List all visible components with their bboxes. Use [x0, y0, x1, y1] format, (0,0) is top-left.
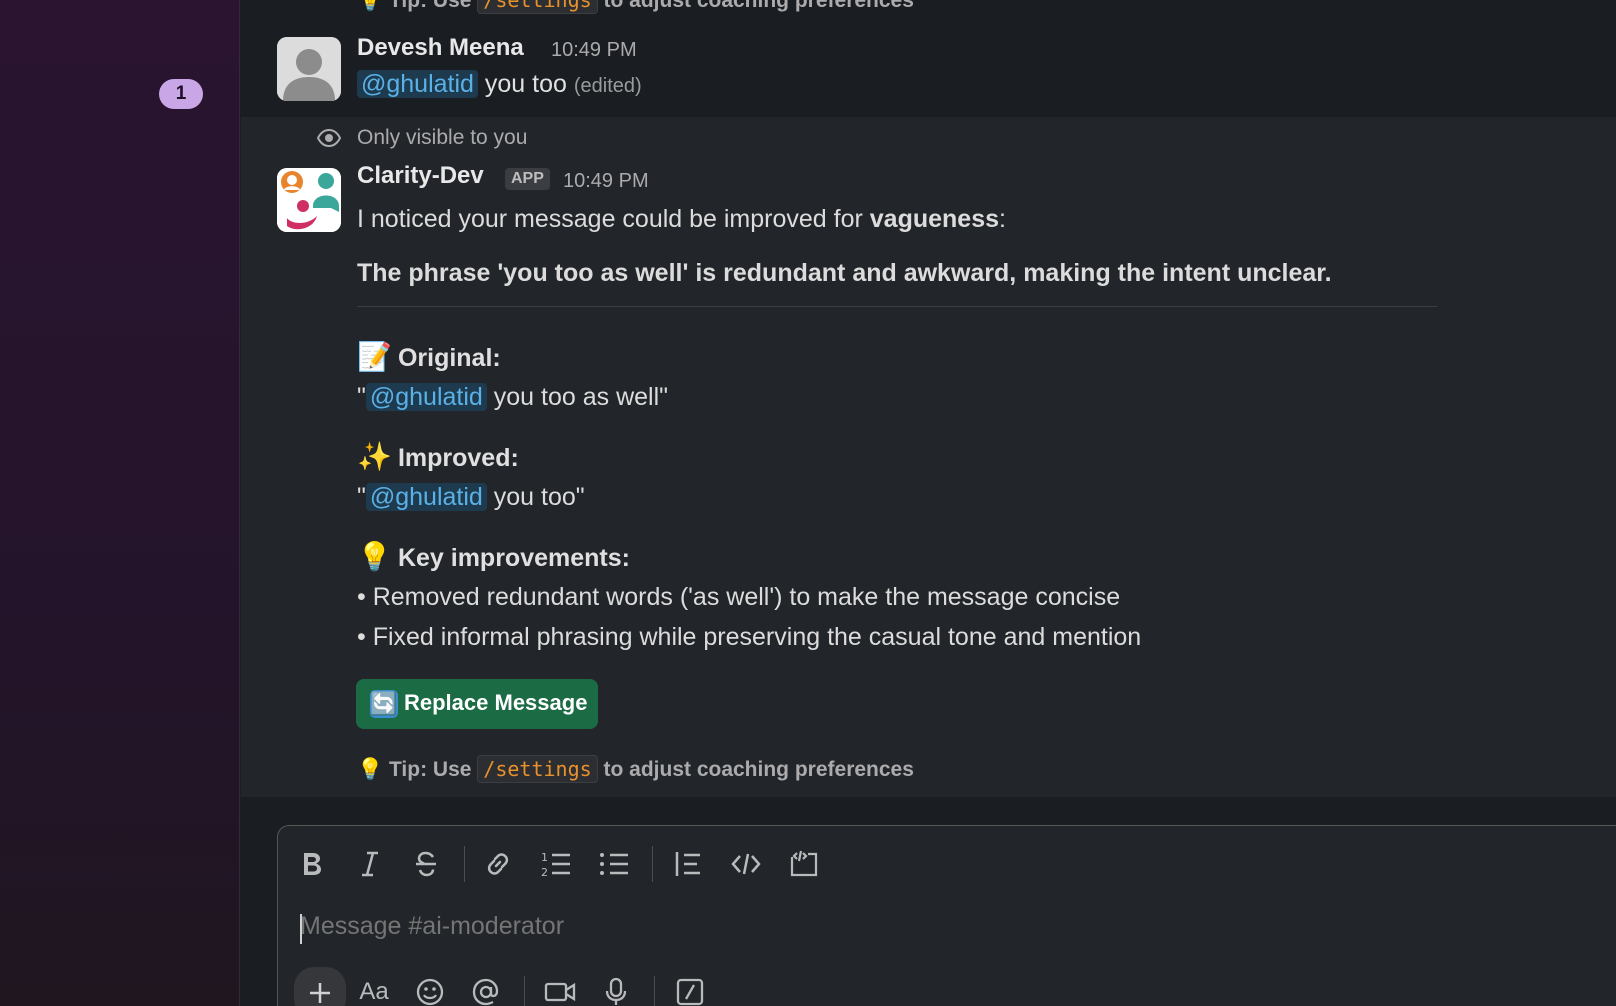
- edited-label: (edited): [573, 75, 642, 97]
- improved-body: you too": [486, 483, 585, 511]
- svg-text:1: 1: [541, 851, 548, 864]
- video-icon[interactable]: [540, 972, 580, 1006]
- bot-avatar[interactable]: [277, 168, 341, 232]
- plus-icon[interactable]: [294, 967, 346, 1006]
- refresh-icon: 🔄: [370, 690, 398, 719]
- key-improvements-heading: 💡 Key improvements:: [357, 540, 630, 573]
- text-caret: [300, 914, 302, 944]
- message-devesh[interactable]: Devesh Meena 10:49 PM @ghulatid you too …: [241, 22, 1616, 117]
- improved-heading: ✨ Improved:: [357, 440, 519, 473]
- toolbar-separator: [652, 846, 653, 882]
- original-mention[interactable]: @ghulatid: [365, 383, 487, 411]
- visibility-text: Only visible to you: [357, 126, 528, 149]
- message-pane: 💡 Tip: Use /settings to adjust coaching …: [241, 0, 1616, 1006]
- eye-icon: [317, 129, 341, 147]
- svg-text:2: 2: [541, 866, 548, 879]
- intro-prefix: I noticed your message could be improved…: [357, 205, 870, 233]
- timestamp[interactable]: 10:49 PM: [551, 39, 637, 62]
- original-heading-label: Original:: [397, 344, 501, 372]
- tip-suffix: to adjust coaching preferences: [597, 758, 914, 781]
- bold-icon[interactable]: [292, 844, 332, 884]
- coaching-tip: 💡 Tip: Use /settings to adjust coaching …: [357, 755, 914, 783]
- original-text: " @ghulatid you too as well": [357, 383, 668, 412]
- message-input[interactable]: [300, 912, 1600, 941]
- slash-command-icon[interactable]: [670, 972, 710, 1006]
- toolbar-separator: [524, 976, 525, 1006]
- formatting-icon[interactable]: Aa: [354, 972, 394, 1006]
- list-item: • Fixed informal phrasing while preservi…: [357, 623, 1142, 651]
- message-body: you too: [477, 70, 574, 98]
- quote-open: ": [357, 383, 366, 411]
- settings-command[interactable]: /settings: [477, 755, 598, 783]
- sidebar: 1: [0, 0, 240, 1006]
- microphone-icon[interactable]: [596, 972, 636, 1006]
- tip-prefix: 💡 Tip: Use: [357, 0, 478, 12]
- author-name[interactable]: Devesh Meena: [357, 34, 524, 62]
- user-mention[interactable]: @ghulatid: [357, 70, 478, 98]
- bulleted-list-icon[interactable]: [594, 844, 634, 884]
- app-badge: APP: [505, 168, 550, 190]
- user-placeholder-icon: [277, 37, 341, 101]
- bot-timestamp[interactable]: 10:49 PM: [563, 170, 649, 193]
- avatar[interactable]: [277, 37, 341, 101]
- improved-heading-label: Improved:: [397, 444, 519, 472]
- code-block-icon[interactable]: [784, 844, 824, 884]
- bot-author-name[interactable]: Clarity-Dev: [357, 162, 484, 190]
- message-text: @ghulatid you too (edited): [357, 70, 642, 99]
- sparkles-icon: ✨: [357, 441, 392, 472]
- lightbulb-icon: 💡: [357, 541, 392, 572]
- improved-text: " @ghulatid you too": [357, 483, 585, 512]
- replace-message-label: Replace Message: [404, 689, 588, 715]
- strikethrough-icon[interactable]: [406, 844, 446, 884]
- original-heading: 📝 Original:: [357, 340, 501, 373]
- divider: [357, 306, 1437, 307]
- toolbar-separator: [654, 976, 655, 1006]
- toolbar-separator: [464, 846, 465, 882]
- summary-text: The phrase 'you too as well' is redundan…: [357, 259, 1332, 287]
- ordered-list-icon[interactable]: 12: [536, 844, 576, 884]
- message-composer[interactable]: 12 Aa: [277, 825, 1616, 1006]
- improved-mention[interactable]: @ghulatid: [365, 483, 487, 511]
- intro-category: vagueness: [869, 205, 1000, 233]
- blockquote-icon[interactable]: [668, 844, 708, 884]
- tip-prefix: 💡 Tip: Use: [357, 758, 478, 781]
- emoji-icon[interactable]: [410, 972, 450, 1006]
- mention-icon[interactable]: [466, 972, 506, 1006]
- link-icon[interactable]: [478, 844, 518, 884]
- memo-icon: 📝: [357, 341, 392, 372]
- quote-open: ": [357, 483, 366, 511]
- intro-line: I noticed your message could be improved…: [357, 205, 1006, 234]
- italic-icon[interactable]: [350, 844, 390, 884]
- intro-suffix: :: [999, 205, 1006, 233]
- replace-message-button[interactable]: 🔄 Replace Message: [356, 679, 598, 729]
- tip-suffix: to adjust coaching preferences: [597, 0, 914, 12]
- settings-command[interactable]: /settings: [477, 0, 598, 14]
- clarity-logo-icon: [277, 168, 341, 232]
- unread-badge[interactable]: 1: [159, 79, 203, 109]
- code-icon[interactable]: [726, 844, 766, 884]
- composer-area: 12 Aa: [241, 797, 1616, 1006]
- previous-tip: 💡 Tip: Use /settings to adjust coaching …: [241, 0, 1616, 22]
- list-item: • Removed redundant words ('as well') to…: [357, 583, 1121, 611]
- original-body: you too as well": [486, 383, 669, 411]
- key-heading-label: Key improvements:: [397, 544, 630, 572]
